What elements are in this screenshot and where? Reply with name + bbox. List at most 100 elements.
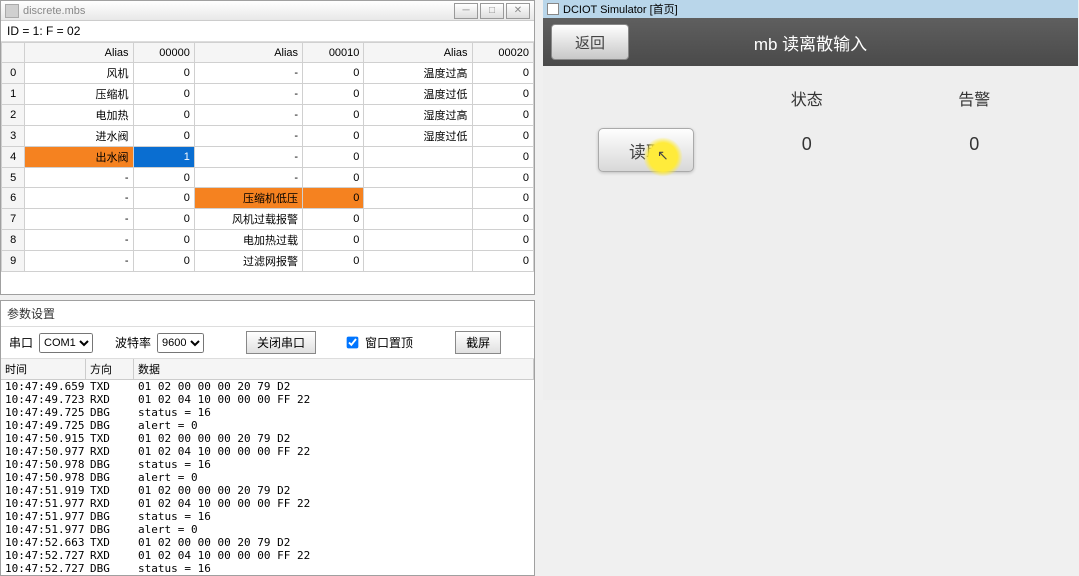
log-body[interactable]: 10:47:49.659TXD01 02 00 00 00 20 79 D210…	[1, 380, 534, 575]
table-row[interactable]: 2电加热0-0湿度过高0	[2, 105, 534, 126]
cell[interactable]	[364, 188, 472, 209]
cell[interactable]: 0	[303, 105, 364, 126]
cell[interactable]: 0	[472, 188, 533, 209]
cell[interactable]: 0	[133, 188, 194, 209]
close-port-button[interactable]: 关闭串口	[246, 331, 316, 354]
cell[interactable]: 0	[133, 126, 194, 147]
cell[interactable]: 0	[303, 63, 364, 84]
read-button[interactable]: 读取 ↖	[598, 128, 694, 172]
cell[interactable]: 电加热过载	[194, 230, 302, 251]
cell[interactable]: 0	[472, 126, 533, 147]
cell[interactable]: 0	[303, 209, 364, 230]
table-row[interactable]: 9-0过滤网报警00	[2, 251, 534, 272]
baud-select[interactable]: 9600	[157, 333, 204, 353]
cell[interactable]: 0	[472, 230, 533, 251]
log-row[interactable]: 10:47:51.977DBGalert = 0	[1, 523, 534, 536]
log-row[interactable]: 10:47:50.978DBGstatus = 16	[1, 458, 534, 471]
cell[interactable]: -	[194, 63, 302, 84]
back-button[interactable]: 返回	[551, 24, 629, 60]
cell[interactable]	[364, 168, 472, 188]
cell[interactable]: 0	[472, 105, 533, 126]
screenshot-button[interactable]: 截屏	[455, 331, 501, 354]
table-row[interactable]: 5-0-00	[2, 168, 534, 188]
log-row[interactable]: 10:47:52.727RXD01 02 04 10 00 00 00 FF 2…	[1, 549, 534, 562]
log-row[interactable]: 10:47:49.659TXD01 02 00 00 00 20 79 D2	[1, 380, 534, 393]
log-row[interactable]: 10:47:52.727DBGstatus = 16	[1, 562, 534, 575]
table-row[interactable]: 1压缩机0-0温度过低0	[2, 84, 534, 105]
cell[interactable]: -	[194, 168, 302, 188]
cell[interactable]: -	[194, 147, 302, 168]
cell[interactable]: 温度过高	[364, 63, 472, 84]
cell[interactable]: 0	[303, 188, 364, 209]
minimize-button[interactable]: ─	[454, 3, 478, 19]
cell[interactable]: 0	[472, 147, 533, 168]
cell[interactable]: 电加热	[25, 105, 133, 126]
cell[interactable]: 1	[133, 147, 194, 168]
table-row[interactable]: 7-0风机过载报警00	[2, 209, 534, 230]
maximize-button[interactable]: □	[480, 3, 504, 19]
cell[interactable]: 0	[133, 84, 194, 105]
cell[interactable]	[364, 251, 472, 272]
log-row[interactable]: 10:47:49.725DBGalert = 0	[1, 419, 534, 432]
cell[interactable]: 0	[303, 126, 364, 147]
cell[interactable]: 0	[472, 209, 533, 230]
cell[interactable]: 0	[133, 251, 194, 272]
table-row[interactable]: 6-0压缩机低压00	[2, 188, 534, 209]
cell[interactable]: 0	[472, 168, 533, 188]
log-row[interactable]: 10:47:52.663TXD01 02 00 00 00 20 79 D2	[1, 536, 534, 549]
cell[interactable]: 压缩机	[25, 84, 133, 105]
cell[interactable]: 过滤网报警	[194, 251, 302, 272]
cell[interactable]: 0	[303, 84, 364, 105]
cell[interactable]: -	[25, 251, 133, 272]
table-row[interactable]: 8-0电加热过载00	[2, 230, 534, 251]
grid-scroll[interactable]: Alias00000Alias00010Alias000200风机0-0温度过高…	[1, 42, 534, 272]
cell[interactable]	[364, 209, 472, 230]
cell[interactable]: 风机过载报警	[194, 209, 302, 230]
cell[interactable]: 0	[303, 251, 364, 272]
log-row[interactable]: 10:47:51.977RXD01 02 04 10 00 00 00 FF 2…	[1, 497, 534, 510]
log-row[interactable]: 10:47:51.977DBGstatus = 16	[1, 510, 534, 523]
cell[interactable]: 0	[303, 230, 364, 251]
cell[interactable]: 湿度过低	[364, 126, 472, 147]
simulator-titlebar[interactable]: DCIOT Simulator [首页]	[543, 0, 1078, 18]
cell[interactable]: 风机	[25, 63, 133, 84]
cell[interactable]: 0	[472, 251, 533, 272]
cell[interactable]: 0	[472, 84, 533, 105]
cell[interactable]: 0	[133, 168, 194, 188]
port-select[interactable]: COM1	[39, 333, 93, 353]
cell[interactable]: 0	[303, 168, 364, 188]
cell[interactable]: 湿度过高	[364, 105, 472, 126]
log-row[interactable]: 10:47:51.919TXD01 02 00 00 00 20 79 D2	[1, 484, 534, 497]
cell[interactable]: -	[25, 188, 133, 209]
cell[interactable]: 0	[133, 230, 194, 251]
cell[interactable]: 0	[133, 105, 194, 126]
cell[interactable]: -	[25, 230, 133, 251]
log-row[interactable]: 10:47:50.978DBGalert = 0	[1, 471, 534, 484]
table-row[interactable]: 3进水阀0-0湿度过低0	[2, 126, 534, 147]
data-grid[interactable]: Alias00000Alias00010Alias000200风机0-0温度过高…	[1, 42, 534, 272]
log-row[interactable]: 10:47:50.915TXD01 02 00 00 00 20 79 D2	[1, 432, 534, 445]
log-row[interactable]: 10:47:49.723RXD01 02 04 10 00 00 00 FF 2…	[1, 393, 534, 406]
cell[interactable]: 出水阀	[25, 147, 133, 168]
cell[interactable]	[364, 147, 472, 168]
cell[interactable]: 0	[303, 147, 364, 168]
titlebar[interactable]: discrete.mbs ─ □ ✕	[1, 1, 534, 21]
log-row[interactable]: 10:47:49.725DBGstatus = 16	[1, 406, 534, 419]
cell[interactable]: 温度过低	[364, 84, 472, 105]
cell[interactable]: -	[25, 168, 133, 188]
cell[interactable]: 0	[133, 209, 194, 230]
cell[interactable]	[364, 230, 472, 251]
topmost-checkbox[interactable]	[347, 337, 359, 349]
table-row[interactable]: 4出水阀1-00	[2, 147, 534, 168]
cell[interactable]: 0	[133, 63, 194, 84]
cell[interactable]: 压缩机低压	[194, 188, 302, 209]
cell[interactable]: -	[194, 126, 302, 147]
table-row[interactable]: 0风机0-0温度过高0	[2, 63, 534, 84]
log-row[interactable]: 10:47:50.977RXD01 02 04 10 00 00 00 FF 2…	[1, 445, 534, 458]
cell[interactable]: 0	[472, 63, 533, 84]
cell[interactable]: -	[194, 84, 302, 105]
cell[interactable]: 进水阀	[25, 126, 133, 147]
cell[interactable]: -	[25, 209, 133, 230]
close-button[interactable]: ✕	[506, 3, 530, 19]
cell[interactable]: -	[194, 105, 302, 126]
